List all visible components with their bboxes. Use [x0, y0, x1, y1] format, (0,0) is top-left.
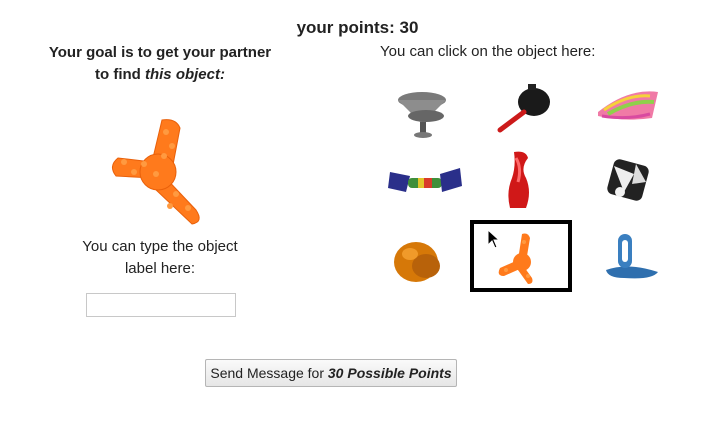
- gray-cone-stack-icon[interactable]: [382, 78, 468, 146]
- rainbow-dumbbell-icon[interactable]: [382, 148, 468, 216]
- goal-line-2-emphasis: this object:: [144, 66, 225, 83]
- blue-ring-stand-icon[interactable]: [588, 226, 674, 294]
- send-button-prefix: Send Message for: [210, 365, 328, 381]
- goal-line-1: Your goal is to get your partner: [48, 44, 272, 61]
- mouse-cursor-icon: [487, 229, 501, 249]
- orange-blob-icon[interactable]: [382, 226, 468, 294]
- object-grid: [380, 78, 680, 298]
- send-message-button[interactable]: Send Message for 30 Possible Points: [205, 359, 457, 387]
- type-label-instructions: You can type the object label here:: [40, 236, 280, 280]
- send-button-points: 30 Possible Points: [327, 365, 452, 381]
- points-display: your points: 30: [296, 18, 419, 37]
- black-blower-bulb-icon[interactable]: [480, 78, 566, 146]
- orange-spiky-tripod-toy-icon: [100, 110, 220, 230]
- orange-spiky-tripod-toy-icon[interactable]: [470, 220, 572, 292]
- goal-line-2: to find this object:: [20, 64, 300, 86]
- red-twisted-vase-icon[interactable]: [480, 148, 566, 216]
- object-label-input[interactable]: [86, 293, 236, 317]
- type-label-line-2: label here:: [124, 260, 196, 277]
- goal-instructions: Your goal is to get your partner to find…: [20, 42, 300, 86]
- goal-line-2-prefix: to find: [95, 66, 145, 83]
- type-label-line-1: You can type the object: [82, 238, 238, 255]
- black-white-cube-icon[interactable]: [588, 148, 674, 216]
- pink-green-feather-comb-icon[interactable]: [588, 78, 674, 146]
- click-instructions: You can click on the object here:: [380, 43, 596, 60]
